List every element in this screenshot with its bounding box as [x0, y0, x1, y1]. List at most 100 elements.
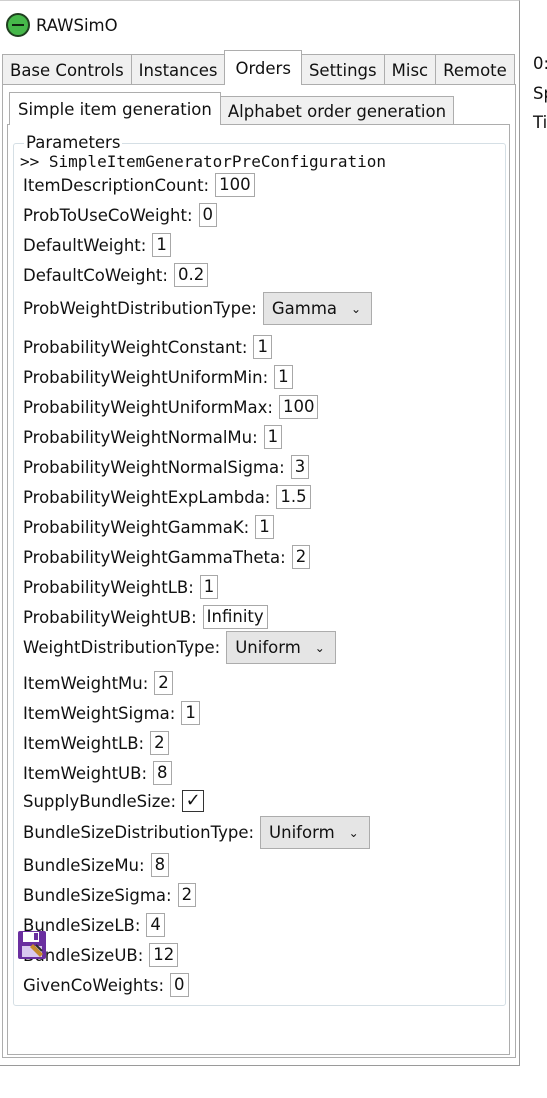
label-probability-weight-constant: ProbabilityWeightConstant:	[23, 337, 248, 357]
probability-weight-constant-field[interactable]: 1	[253, 335, 272, 359]
title-bar: RAWSimO	[0, 1, 520, 49]
label-item-weight-ub: ItemWeightUB:	[23, 763, 147, 783]
label-probability-weight-uniform-max: ProbabilityWeightUniformMax:	[23, 397, 273, 417]
label-probability-weight-gamma-theta: ProbabilityWeightGammaTheta:	[23, 547, 286, 567]
row-item-weight-ub: ItemWeightUB: 8	[23, 761, 172, 785]
probability-weight-gamma-k-field[interactable]: 1	[255, 515, 274, 539]
probability-weight-ub-field[interactable]: Infinity	[202, 605, 268, 629]
tab-remote[interactable]: Remote	[435, 54, 515, 85]
bundle-size-ub-field[interactable]: 12	[149, 943, 179, 967]
config-header: >> SimpleItemGeneratorPreConfiguration	[20, 152, 387, 171]
row-probability-weight-uniform-max: ProbabilityWeightUniformMax: 100	[23, 395, 319, 419]
chevron-down-icon: ⌄	[348, 825, 359, 840]
row-supply-bundle-size: SupplyBundleSize: ✓	[23, 790, 205, 812]
row-bundle-size-distribution-type: BundleSizeDistributionType: Uniform ⌄	[23, 816, 370, 849]
label-probability-weight-normal-sigma: ProbabilityWeightNormalSigma:	[23, 457, 285, 477]
supply-bundle-size-checkbox[interactable]: ✓	[182, 790, 205, 812]
label-probability-weight-lb: ProbabilityWeightLB:	[23, 577, 194, 597]
bundle-size-sigma-field[interactable]: 2	[177, 883, 197, 907]
label-default-weight: DefaultWeight:	[23, 235, 147, 255]
row-prob-to-use-co-weight: ProbToUseCoWeight: 0	[23, 203, 218, 227]
label-given-co-weights: GivenCoWeights:	[23, 975, 164, 995]
item-weight-mu-field[interactable]: 2	[154, 671, 173, 695]
chevron-down-icon: ⌄	[314, 640, 325, 655]
default-weight-field[interactable]: 1	[152, 233, 171, 257]
label-bundle-size-mu: BundleSizeMu:	[23, 855, 145, 875]
probability-weight-uniform-max-field[interactable]: 100	[278, 395, 319, 419]
side-panel-line-1: 0:	[533, 54, 547, 73]
row-item-weight-sigma: ItemWeightSigma: 1	[23, 701, 200, 725]
label-supply-bundle-size: SupplyBundleSize:	[23, 791, 177, 811]
bundle-size-lb-field[interactable]: 4	[146, 913, 165, 937]
app-icon	[6, 13, 30, 37]
item-weight-ub-field[interactable]: 8	[153, 761, 172, 785]
item-weight-sigma-field[interactable]: 1	[181, 701, 200, 725]
top-tab-strip: Base Controls Instances Orders Settings …	[2, 50, 515, 85]
row-bundle-size-mu: BundleSizeMu: 8	[23, 853, 170, 877]
probability-weight-normal-mu-field[interactable]: 1	[263, 425, 283, 449]
parameters-legend: Parameters	[24, 133, 123, 152]
main-window: RAWSimO Base Controls Instances Orders S…	[0, 0, 520, 1066]
row-probability-weight-exp-lambda: ProbabilityWeightExpLambda: 1.5	[23, 485, 311, 509]
label-default-co-weight: DefaultCoWeight:	[23, 265, 168, 285]
row-default-weight: DefaultWeight: 1	[23, 233, 171, 257]
row-probability-weight-lb: ProbabilityWeightLB: 1	[23, 575, 219, 599]
weight-distribution-type-value: Uniform	[235, 638, 301, 657]
bundle-size-distribution-type-value: Uniform	[269, 823, 335, 842]
label-probability-weight-exp-lambda: ProbabilityWeightExpLambda:	[23, 487, 271, 507]
tab-simple-item-generation[interactable]: Simple item generation	[9, 92, 221, 125]
row-probability-weight-constant: ProbabilityWeightConstant: 1	[23, 335, 272, 359]
item-description-count-field[interactable]: 100	[215, 173, 255, 197]
probability-weight-gamma-theta-field[interactable]: 2	[291, 545, 311, 569]
row-item-weight-mu: ItemWeightMu: 2	[23, 671, 173, 695]
row-default-co-weight: DefaultCoWeight: 0.2	[23, 263, 209, 287]
row-probability-weight-gamma-theta: ProbabilityWeightGammaTheta: 2	[23, 545, 311, 569]
row-probability-weight-gamma-k: ProbabilityWeightGammaK: 1	[23, 515, 274, 539]
label-probability-weight-normal-mu: ProbabilityWeightNormalMu:	[23, 427, 258, 447]
default-co-weight-field[interactable]: 0.2	[173, 263, 209, 287]
simple-item-generation-panel: Parameters >> SimpleItemGeneratorPreConf…	[7, 124, 510, 1055]
prob-weight-distribution-type-dropdown[interactable]: Gamma ⌄	[262, 292, 373, 325]
label-probability-weight-uniform-min: ProbabilityWeightUniformMin:	[23, 367, 269, 387]
probability-weight-exp-lambda-field[interactable]: 1.5	[276, 485, 311, 509]
label-bundle-size-sigma: BundleSizeSigma:	[23, 885, 172, 905]
tab-alphabet-order-generation[interactable]: Alphabet order generation	[219, 96, 455, 125]
prob-to-use-co-weight-field[interactable]: 0	[198, 203, 218, 227]
weight-distribution-type-dropdown[interactable]: Uniform ⌄	[226, 631, 336, 664]
label-item-weight-sigma: ItemWeightSigma:	[23, 703, 176, 723]
app-title: RAWSimO	[36, 15, 118, 35]
label-weight-distribution-type: WeightDistributionType:	[23, 638, 221, 657]
label-bundle-size-distribution-type: BundleSizeDistributionType:	[23, 823, 255, 842]
row-weight-distribution-type: WeightDistributionType: Uniform ⌄	[23, 631, 336, 664]
parameters-groupbox: Parameters >> SimpleItemGeneratorPreConf…	[13, 133, 506, 1006]
label-item-weight-mu: ItemWeightMu:	[23, 673, 149, 693]
sub-tab-strip: Simple item generation Alphabet order ge…	[9, 92, 455, 125]
row-item-weight-lb: ItemWeightLB: 2	[23, 731, 169, 755]
item-weight-lb-field[interactable]: 2	[150, 731, 169, 755]
row-probability-weight-normal-mu: ProbabilityWeightNormalMu: 1	[23, 425, 283, 449]
label-prob-weight-distribution-type: ProbWeightDistributionType:	[23, 299, 257, 318]
chevron-down-icon: ⌄	[351, 301, 362, 316]
row-probability-weight-normal-sigma: ProbabilityWeightNormalSigma: 3	[23, 455, 310, 479]
orders-panel: Simple item generation Alphabet order ge…	[2, 84, 516, 1058]
tab-orders[interactable]: Orders	[224, 50, 302, 85]
probability-weight-normal-sigma-field[interactable]: 3	[290, 455, 310, 479]
save-button[interactable]	[16, 929, 48, 961]
probability-weight-uniform-min-field[interactable]: 1	[274, 365, 293, 389]
row-probability-weight-uniform-min: ProbabilityWeightUniformMin: 1	[23, 365, 293, 389]
bundle-size-mu-field[interactable]: 8	[150, 853, 170, 877]
probability-weight-lb-field[interactable]: 1	[199, 575, 219, 599]
label-item-weight-lb: ItemWeightLB:	[23, 733, 145, 753]
side-panel-line-3: Ti	[533, 113, 547, 132]
row-bundle-size-sigma: BundleSizeSigma: 2	[23, 883, 197, 907]
bundle-size-distribution-type-dropdown[interactable]: Uniform ⌄	[260, 816, 370, 849]
tab-base-controls[interactable]: Base Controls	[2, 54, 132, 85]
label-probability-weight-gamma-k: ProbabilityWeightGammaK:	[23, 517, 250, 537]
row-item-description-count: ItemDescriptionCount: 100	[23, 173, 255, 197]
checkmark-icon: ✓	[185, 790, 201, 811]
given-co-weights-field[interactable]: 0	[170, 973, 189, 997]
tab-misc[interactable]: Misc	[383, 54, 437, 85]
tab-settings[interactable]: Settings	[300, 54, 385, 85]
label-prob-to-use-co-weight: ProbToUseCoWeight:	[23, 205, 193, 225]
tab-instances[interactable]: Instances	[130, 54, 226, 85]
